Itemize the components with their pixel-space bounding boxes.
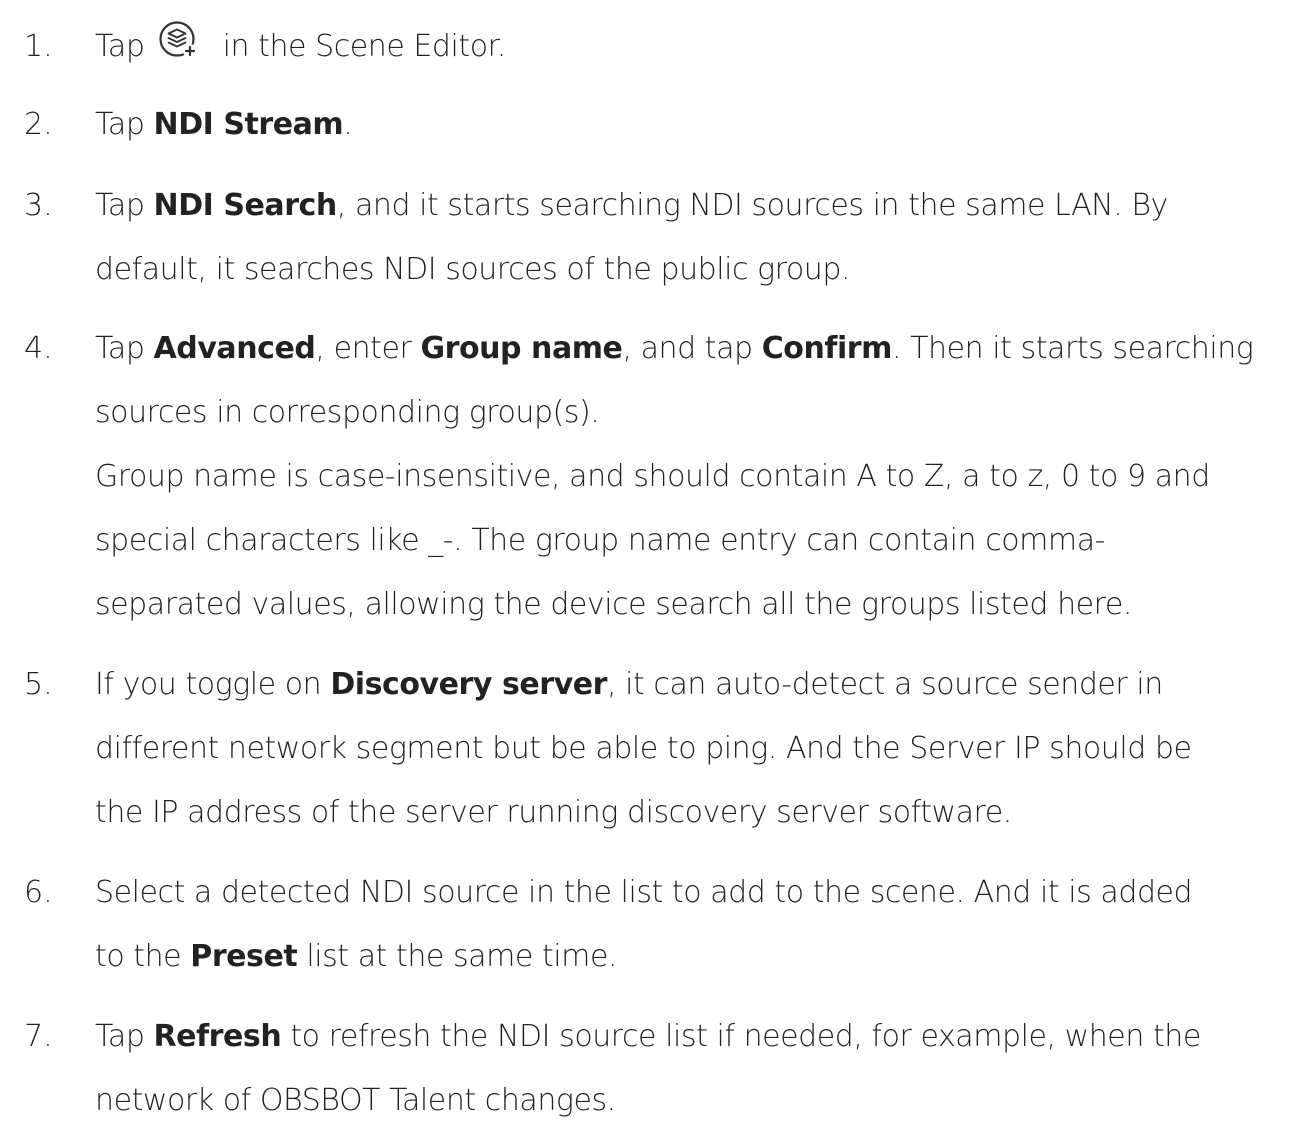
ui-term-ndi-search: NDI Search [153, 188, 338, 223]
ui-term-confirm: Confirm [761, 331, 893, 366]
ui-term-ndi-stream: NDI Stream [153, 107, 344, 142]
step-number: 6. [24, 875, 53, 910]
add-source-layers-icon [154, 21, 214, 64]
step-text: Tap Refresh to refresh the NDI source li… [95, 1019, 1201, 1118]
ui-term-preset: Preset [190, 939, 298, 974]
step-text: Tap Advanced, enter Group name, and tap … [95, 331, 1254, 622]
instruction-document: 1. Tap in the Scene Editor. 2. Tap NDI S… [0, 0, 1312, 1122]
step-text: If you toggle on Discovery server, it ca… [95, 667, 1192, 830]
step-number: 5. [24, 667, 53, 702]
step-text: Tap NDI Stream. [95, 107, 353, 142]
step-text: Tap in the Scene Editor. [95, 15, 1300, 79]
ui-term-discovery-server: Discovery server [330, 667, 607, 702]
step-text: Tap NDI Search, and it starts searching … [95, 188, 1168, 287]
step-number: 1. [24, 29, 53, 64]
step-number: 7. [24, 1019, 53, 1054]
ui-term-refresh: Refresh [153, 1019, 282, 1054]
step-number: 3. [24, 188, 53, 223]
ui-term-advanced: Advanced [153, 331, 316, 366]
step-number: 2. [24, 107, 53, 142]
step-text: Select a detected NDI source in the list… [95, 875, 1193, 974]
ui-term-group-name: Group name [420, 331, 623, 366]
step-number: 4. [24, 331, 53, 366]
